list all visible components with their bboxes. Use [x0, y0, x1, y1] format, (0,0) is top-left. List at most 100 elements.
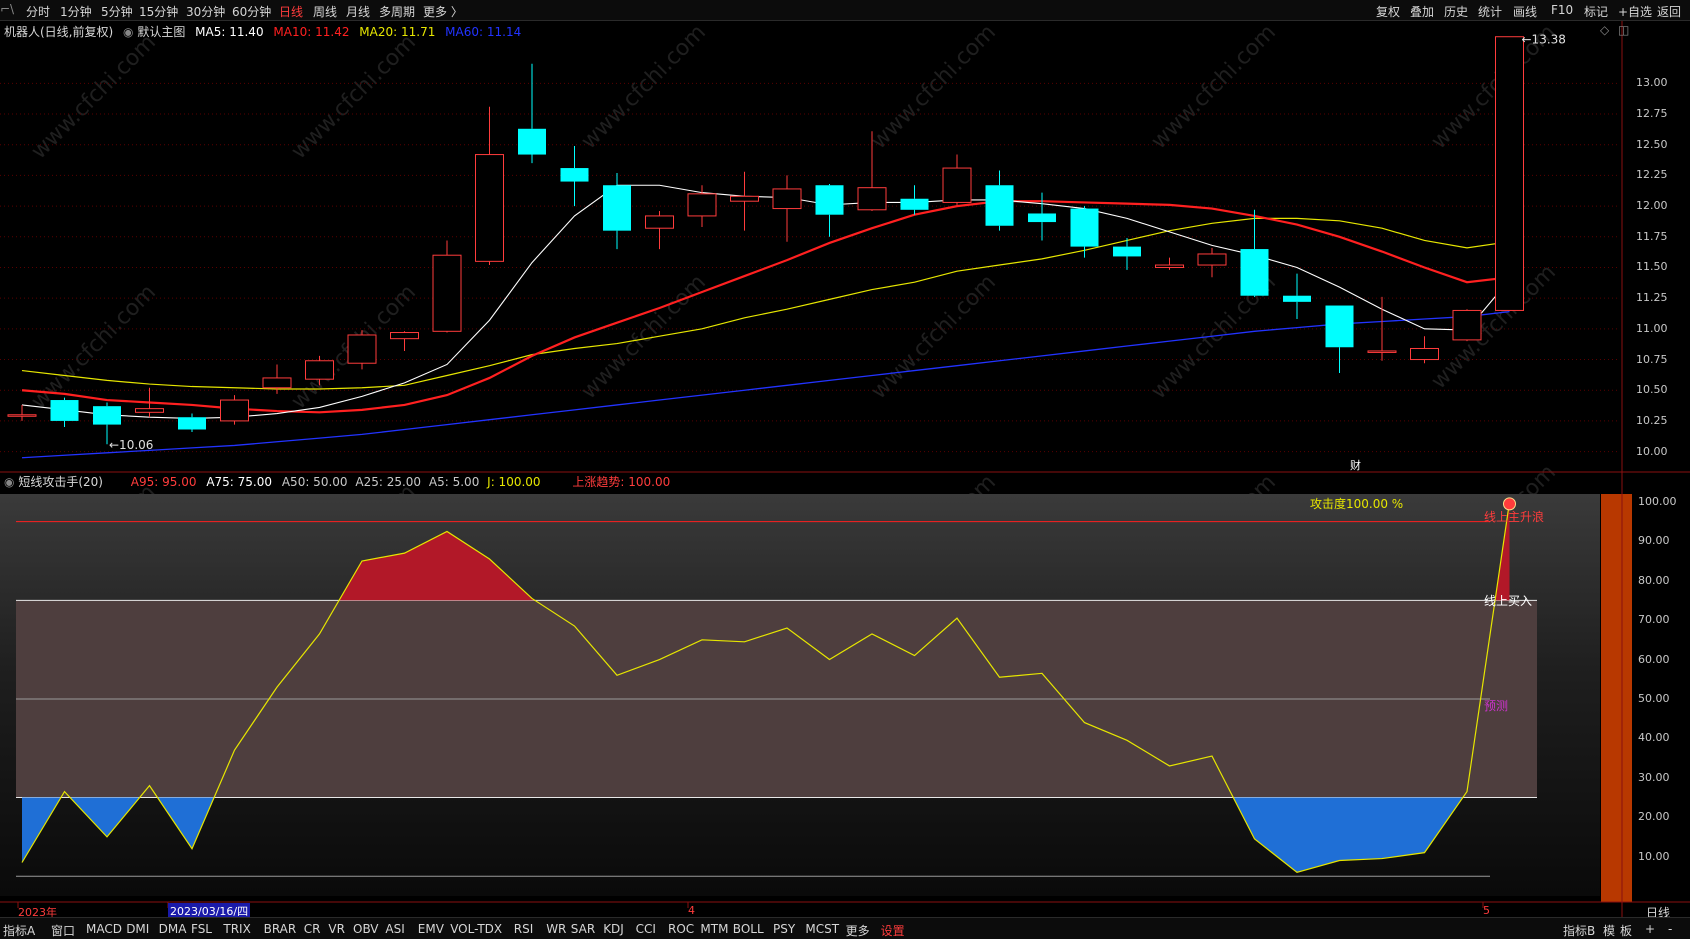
candle-body: [900, 198, 929, 210]
indicator-tab-12[interactable]: ASI: [385, 922, 404, 936]
template-icon[interactable]: ◉: [123, 25, 133, 39]
indicator-tick-label: 60.00: [1638, 652, 1670, 666]
price-tick-label: 11.50: [1636, 260, 1668, 274]
watermark-text: www.cfchi.com: [287, 30, 421, 164]
indicator-tab-24[interactable]: MCST: [805, 922, 839, 936]
candle-body: [1495, 36, 1524, 311]
indicator-icon[interactable]: ◉: [4, 475, 14, 489]
indicator-tab-21[interactable]: MTM: [700, 922, 728, 936]
indicator-name[interactable]: 短线攻击手(20): [18, 475, 103, 489]
buy-line-label: 线上买入: [1484, 594, 1533, 608]
candle: [1325, 305, 1354, 374]
a95-label: A95: 95.00: [130, 475, 197, 489]
watermark-text: www.cfchi.com: [867, 20, 1001, 154]
candle: [603, 172, 631, 250]
price-tick-label: 12.00: [1636, 199, 1668, 213]
candle-body: [475, 154, 504, 262]
candle-body: [985, 185, 1014, 226]
attack-degree-label: 攻击度100.00 %: [1310, 497, 1404, 511]
indicator-tab-23[interactable]: PSY: [773, 922, 795, 936]
indicator-tab-10[interactable]: VR: [328, 922, 345, 936]
j-label: J: 100.00: [487, 475, 541, 489]
a50-label: A50: 50.00: [281, 475, 348, 489]
month-5-label: 5: [1483, 904, 1490, 917]
indicator-tick-label: 20.00: [1638, 810, 1670, 824]
indicator-tick-label: 50.00: [1638, 691, 1670, 705]
candle: [1283, 273, 1311, 320]
price-tick-label: 11.75: [1636, 229, 1668, 243]
indicator-tab-13[interactable]: EMV: [418, 922, 444, 936]
candle-body: [1283, 295, 1311, 302]
price-tick-label: 10.75: [1636, 352, 1668, 366]
diamond-icon[interactable]: ◇: [1600, 23, 1609, 37]
main-header: 机器人(日线,前复权) ◉ 默认主图 MA5: 11.40 MA10: 11.4…: [4, 23, 521, 40]
candle: [347, 330, 377, 370]
indicator-tab-2[interactable]: 窗口: [51, 922, 75, 939]
candle-body: [7, 414, 37, 417]
indicator-tab-11[interactable]: OBV: [353, 922, 379, 936]
indicator-tab-5[interactable]: DMA: [159, 922, 187, 936]
indicator-tick-label: 100.00: [1638, 494, 1677, 508]
indicator-tab-18[interactable]: KDJ: [603, 922, 624, 936]
trend-label: 上涨趋势: 100.00: [572, 475, 671, 489]
indicator-tab-9[interactable]: CR: [304, 922, 321, 936]
ma20-line: [21, 217, 1510, 390]
indicator-tab-16[interactable]: WR: [546, 922, 566, 936]
candle: [1197, 247, 1227, 278]
ma60-label: MA60: 11.14: [445, 25, 522, 39]
candle: [1070, 206, 1099, 258]
price-tick-label: 10.00: [1636, 444, 1668, 458]
candle: [1410, 336, 1439, 364]
candle-body: [1367, 350, 1397, 353]
candle-body: [50, 400, 79, 421]
watermark-text: www.cfchi.com: [867, 270, 1001, 404]
candle-body: [432, 254, 462, 332]
candle-body: [772, 188, 802, 210]
indicator-tab-3[interactable]: MACD: [86, 922, 122, 936]
indicator-tab-22[interactable]: BOLL: [733, 922, 764, 936]
bottom-right-control-3[interactable]: 板: [1620, 922, 1632, 939]
candle: [687, 185, 717, 227]
candle-body: [390, 332, 419, 340]
candle-body: [687, 193, 717, 217]
candle: [7, 404, 37, 421]
indicator-tab-8[interactable]: BRAR: [264, 922, 297, 936]
bottom-right-control-1[interactable]: 指标B: [1563, 922, 1595, 939]
template-name[interactable]: 默认主图: [137, 25, 185, 39]
candle: [390, 331, 419, 351]
ma5-label: MA5: 11.40: [195, 25, 264, 39]
window-toggle-icon[interactable]: ◫: [1618, 23, 1629, 37]
candle: [1240, 209, 1269, 297]
price-tick-label: 13.00: [1636, 76, 1668, 90]
indicator-tab-20[interactable]: ROC: [668, 922, 694, 936]
indicator-tab-6[interactable]: FSL: [191, 922, 212, 936]
stock-title[interactable]: 机器人(日线,前复权): [4, 25, 113, 39]
candle: [432, 240, 462, 333]
indicator-tab-25[interactable]: 更多: [846, 922, 870, 939]
chart-canvas[interactable]: www.cfchi.com www.cfchi.com www.cfchi.com w…: [0, 0, 1690, 939]
indicator-tab-14[interactable]: VOL-TDX: [450, 922, 502, 936]
bottom-right-control-5[interactable]: -: [1668, 922, 1672, 936]
predict-label: 预测: [1484, 699, 1509, 713]
a75-label: A75: 75.00: [206, 475, 273, 489]
indicator-tab-17[interactable]: SAR: [571, 922, 595, 936]
candlesticks: [7, 36, 1524, 445]
indicator-tick-label: 80.00: [1638, 573, 1670, 587]
indicator-tab-7[interactable]: TRIX: [223, 922, 250, 936]
indicator-tab-15[interactable]: RSI: [514, 922, 534, 936]
price-tick-label: 10.50: [1636, 383, 1668, 397]
indicator-tab-19[interactable]: CCI: [636, 922, 656, 936]
indicator-tab-1[interactable]: 指标A: [3, 922, 35, 939]
indicator-panel: [0, 494, 1632, 902]
bottom-right-control-4[interactable]: +: [1645, 922, 1655, 936]
candle-body: [1028, 213, 1056, 223]
bottom-right-control-2[interactable]: 模: [1603, 922, 1615, 939]
candle: [985, 170, 1014, 231]
candle-body: [1070, 208, 1099, 247]
candle: [518, 63, 546, 164]
candle: [475, 106, 504, 266]
indicator-tab-4[interactable]: DMI: [126, 922, 149, 936]
trend-strength-bar: [1601, 494, 1632, 902]
indicator-tab-26[interactable]: 设置: [881, 922, 905, 939]
candle-body: [1113, 246, 1141, 257]
